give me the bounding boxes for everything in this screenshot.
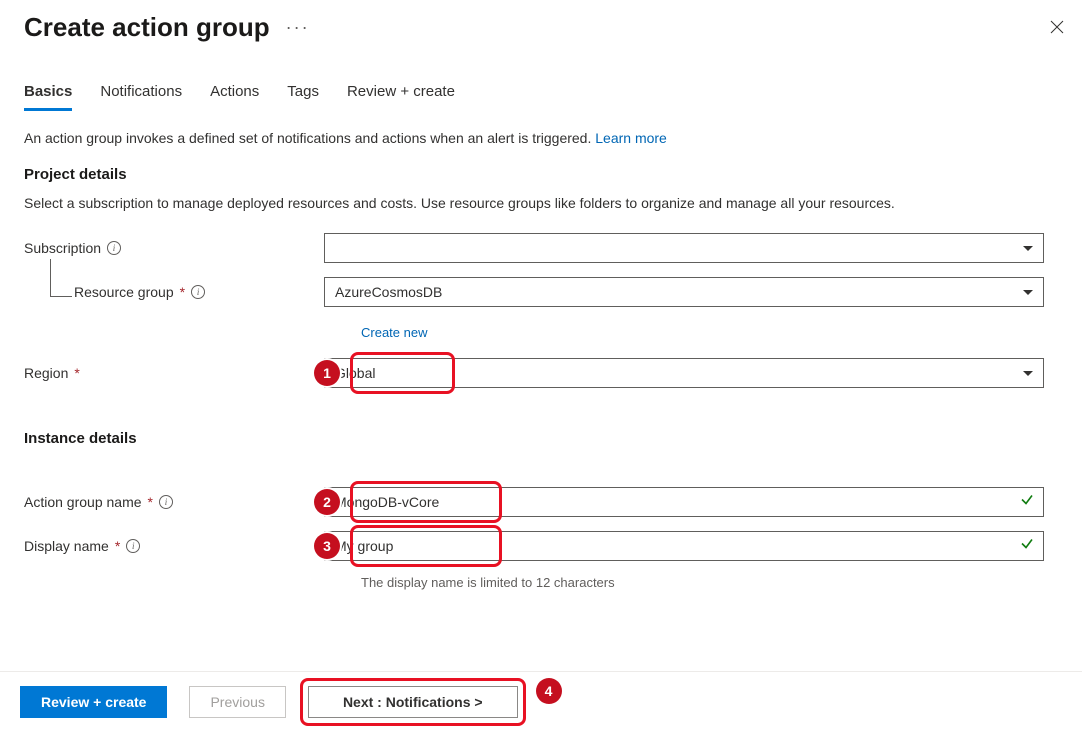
- display-name-input-wrap: [324, 531, 1044, 561]
- intro-text-body: An action group invokes a defined set of…: [24, 130, 595, 146]
- chevron-down-icon: [1023, 290, 1033, 295]
- resource-group-dropdown[interactable]: AzureCosmosDB: [324, 277, 1044, 307]
- action-group-name-input[interactable]: [324, 487, 1044, 517]
- instance-details-heading: Instance details: [24, 430, 1058, 447]
- valid-check-icon: [1020, 493, 1034, 512]
- close-button[interactable]: [1050, 18, 1064, 39]
- region-dropdown[interactable]: Global: [324, 358, 1044, 388]
- footer-bar: Review + create Previous Next : Notifica…: [0, 671, 1082, 732]
- resource-group-label: Resource group * i: [74, 284, 324, 300]
- region-value: Global: [335, 365, 375, 381]
- info-icon[interactable]: i: [126, 539, 140, 553]
- chevron-down-icon: [1023, 371, 1033, 376]
- display-name-help: The display name is limited to 12 charac…: [361, 575, 1058, 590]
- project-details-description: Select a subscription to manage deployed…: [24, 195, 1058, 211]
- info-icon[interactable]: i: [191, 285, 205, 299]
- callout-number-4: 4: [536, 678, 562, 704]
- next-notifications-button[interactable]: Next : Notifications >: [308, 686, 518, 718]
- action-group-name-label: Action group name * i: [24, 494, 324, 510]
- tab-notifications[interactable]: Notifications: [100, 83, 182, 111]
- create-new-link[interactable]: Create new: [361, 325, 427, 340]
- display-name-label-text: Display name: [24, 538, 109, 554]
- valid-check-icon: [1020, 537, 1034, 556]
- tab-actions[interactable]: Actions: [210, 83, 259, 111]
- tab-review-create[interactable]: Review + create: [347, 83, 455, 111]
- action-group-name-label-text: Action group name: [24, 494, 142, 510]
- subscription-label-text: Subscription: [24, 240, 101, 256]
- callout-number-2: 2: [314, 489, 340, 515]
- resource-group-label-text: Resource group: [74, 284, 174, 300]
- nest-indicator: [50, 259, 72, 297]
- required-indicator: *: [74, 365, 79, 381]
- display-name-label: Display name * i: [24, 538, 324, 554]
- review-create-button[interactable]: Review + create: [20, 686, 167, 718]
- tabs-bar: Basics Notifications Actions Tags Review…: [0, 43, 1082, 112]
- region-label: Region *: [24, 365, 324, 381]
- intro-text: An action group invokes a defined set of…: [24, 130, 1058, 146]
- tab-tags[interactable]: Tags: [287, 83, 319, 111]
- display-name-row: Display name * i 3: [24, 531, 1058, 561]
- previous-button: Previous: [189, 686, 285, 718]
- required-indicator: *: [115, 538, 120, 554]
- page-header: Create action group ···: [0, 0, 1082, 43]
- project-details-heading: Project details: [24, 166, 1058, 183]
- tab-basics[interactable]: Basics: [24, 83, 72, 111]
- required-indicator: *: [180, 284, 185, 300]
- info-icon[interactable]: i: [159, 495, 173, 509]
- subscription-label: Subscription i: [24, 240, 324, 256]
- page-title: Create action group: [24, 12, 270, 43]
- resource-group-value: AzureCosmosDB: [335, 284, 442, 300]
- region-label-text: Region: [24, 365, 68, 381]
- close-icon: [1050, 20, 1064, 34]
- more-actions-icon[interactable]: ···: [286, 17, 310, 38]
- next-button-wrap: Next : Notifications > 4: [308, 686, 518, 718]
- content-area: An action group invokes a defined set of…: [0, 112, 1082, 590]
- region-row: Region * Global 1: [24, 358, 1058, 388]
- subscription-dropdown[interactable]: [324, 233, 1044, 263]
- chevron-down-icon: [1023, 246, 1033, 251]
- callout-number-1: 1: [314, 360, 340, 386]
- action-group-name-row: Action group name * i 2: [24, 487, 1058, 517]
- action-group-name-input-wrap: [324, 487, 1044, 517]
- subscription-row: Subscription i: [24, 233, 1058, 263]
- info-icon[interactable]: i: [107, 241, 121, 255]
- resource-group-row: Resource group * i AzureCosmosDB: [24, 277, 1058, 307]
- callout-number-3: 3: [314, 533, 340, 559]
- display-name-input[interactable]: [324, 531, 1044, 561]
- learn-more-link[interactable]: Learn more: [595, 130, 667, 146]
- required-indicator: *: [148, 494, 153, 510]
